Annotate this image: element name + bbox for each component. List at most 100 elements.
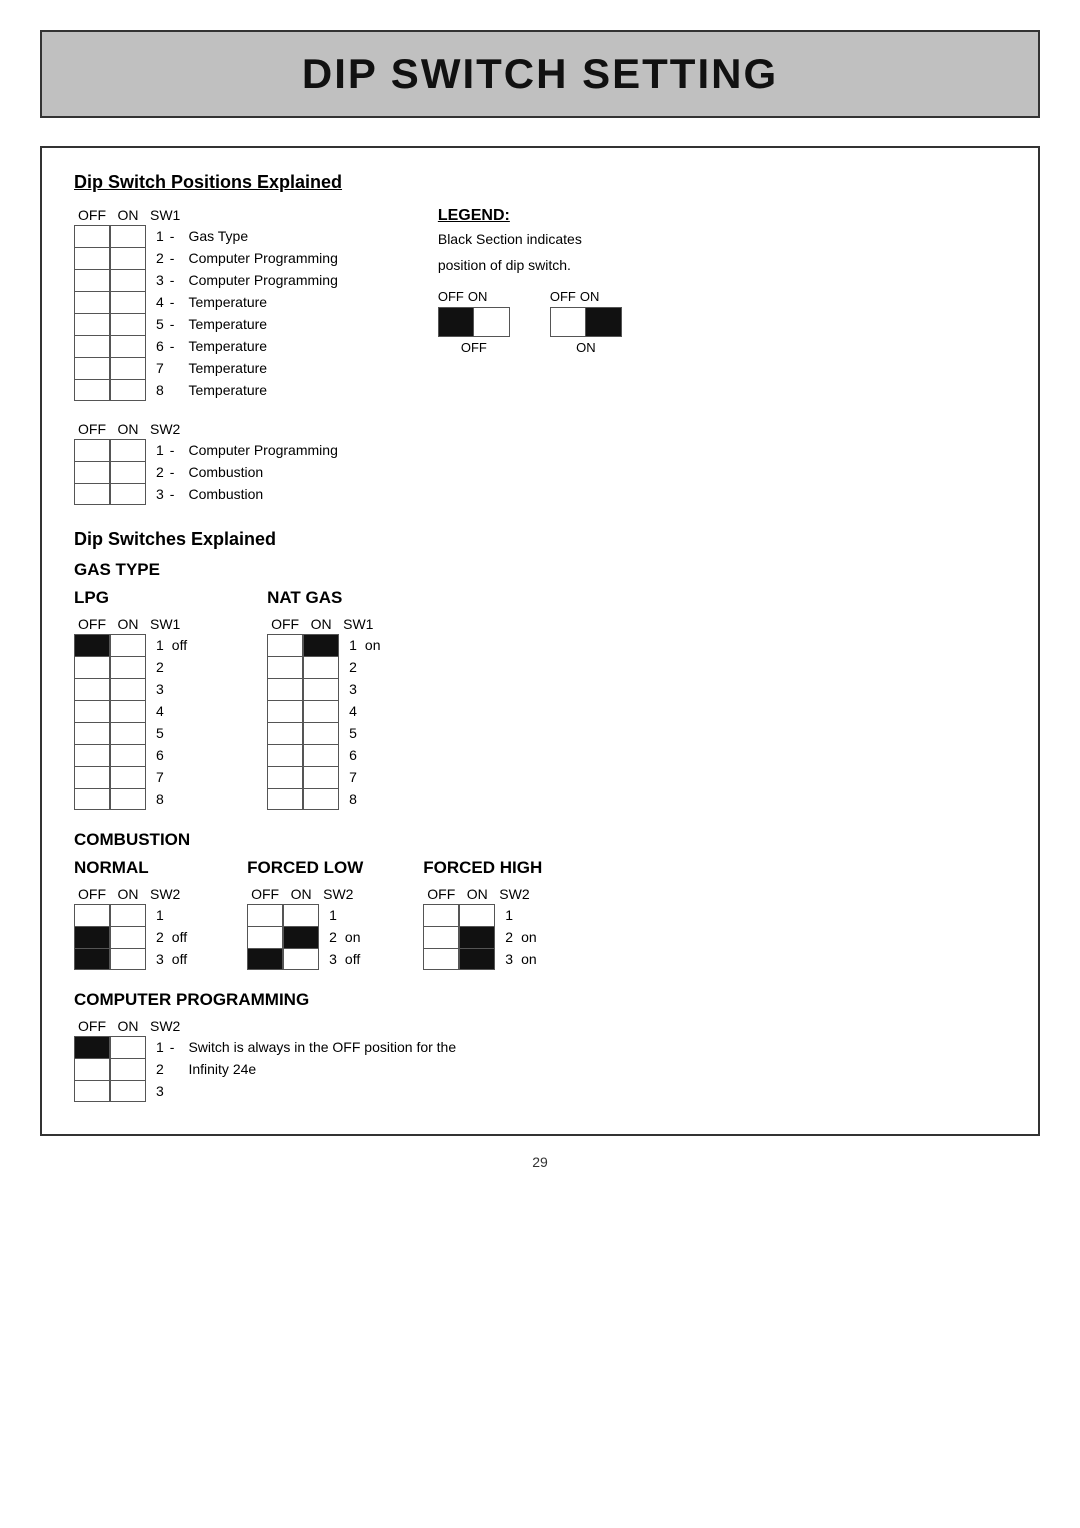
sw1-desc-3: Computer Programming [188, 269, 337, 291]
lpg-off: OFF [74, 616, 110, 632]
positions-section-title: Dip Switch Positions Explained [74, 172, 1006, 193]
sw2-off-1 [74, 439, 110, 461]
legend-text2: position of dip switch. [438, 257, 658, 273]
sw1-off-4 [74, 291, 110, 313]
sw1-dash-4: - [170, 291, 175, 313]
sw2-dash-1: - [170, 439, 175, 461]
sw2-off-col [74, 439, 110, 505]
nat-on-7 [303, 766, 339, 788]
nat-note-8 [365, 788, 381, 810]
cp-on-2 [110, 1058, 146, 1080]
fl-num-2: 2 [327, 926, 337, 948]
nat-on-2 [303, 656, 339, 678]
nat-note-6 [365, 744, 381, 766]
sw1-dash-6: - [170, 335, 175, 357]
nat-off-2 [267, 656, 303, 678]
legend-area: LEGEND: Black Section indicates position… [438, 207, 658, 505]
lpg-num-2: 2 [154, 656, 164, 678]
nat-on-5 [303, 722, 339, 744]
sw1-on-8 [110, 379, 146, 401]
forced-high-label-row: OFF ON SW2 [423, 886, 542, 902]
cp-label-row: OFF ON SW2 [74, 1018, 1006, 1034]
fh-on-col [459, 904, 495, 970]
nat-note-2 [365, 656, 381, 678]
sw1-dash-2: - [170, 247, 175, 269]
sw1-off-3 [74, 269, 110, 291]
cp-off-col [74, 1036, 110, 1102]
nat-note-1: on [365, 634, 381, 656]
normal-on-3 [110, 948, 146, 970]
lpg-num-7: 7 [154, 766, 164, 788]
cp-off-lbl: OFF [74, 1018, 110, 1034]
fl-num-3: 3 [327, 948, 337, 970]
sw1-on-7 [110, 357, 146, 379]
sw2-num-2: 2 [154, 461, 164, 483]
sw1-desc-5: Temperature [188, 313, 337, 335]
sw2-on-1 [110, 439, 146, 461]
fh-switch-area: 1 2 3 on on [423, 904, 542, 970]
sw1-dashes: - - - - - - [170, 225, 175, 401]
sw2-off-2 [74, 461, 110, 483]
legend-off-black [438, 307, 474, 337]
nat-on-col [303, 634, 339, 810]
legend-on-visual [550, 307, 622, 337]
nat-num-3: 3 [347, 678, 357, 700]
lpg-off-4 [74, 700, 110, 722]
lpg-on-6 [110, 744, 146, 766]
sw2-name: SW2 [150, 421, 180, 437]
normal-off-1 [74, 904, 110, 926]
sw1-dash-8 [170, 379, 175, 401]
lpg-off-2 [74, 656, 110, 678]
comp-prog-title: COMPUTER PROGRAMMING [74, 990, 1006, 1010]
normal-col: NORMAL OFF ON SW2 1 2 [74, 858, 187, 970]
sw1-on-label: ON [110, 207, 146, 223]
sw1-num-1: 1 [154, 225, 164, 247]
fl-on-2 [283, 926, 319, 948]
main-content-box: Dip Switch Positions Explained OFF ON SW… [40, 146, 1040, 1136]
fl-on-3 [283, 948, 319, 970]
legend-on-white [550, 307, 586, 337]
sw1-num-8: 8 [154, 379, 164, 401]
forced-low-label-row: OFF ON SW2 [247, 886, 363, 902]
sw1-on-3 [110, 269, 146, 291]
cp-dash-1: - [170, 1036, 175, 1058]
cp-on-lbl: ON [110, 1018, 146, 1034]
nat-gas-title: NAT GAS [267, 588, 380, 608]
sw1-on-col [110, 225, 146, 401]
nat-note-4 [365, 700, 381, 722]
fh-off-col [423, 904, 459, 970]
lpg-sw1: SW1 [150, 616, 180, 632]
normal-on-1 [110, 904, 146, 926]
lpg-switch-area: 1 2 3 4 5 6 7 8 off [74, 634, 187, 810]
sw1-off-7 [74, 357, 110, 379]
fh-notes: on on [521, 904, 537, 970]
sw2-dash-2: - [170, 461, 175, 483]
nat-num-4: 4 [347, 700, 357, 722]
legend-on-black [586, 307, 622, 337]
normal-numbers: 1 2 3 [154, 904, 164, 970]
sw1-num-4: 4 [154, 291, 164, 313]
nat-on-4 [303, 700, 339, 722]
normal-switch-area: 1 2 3 off off [74, 904, 187, 970]
normal-label-row: OFF ON SW2 [74, 886, 187, 902]
nat-on-3 [303, 678, 339, 700]
nat-sw1: SW1 [343, 616, 373, 632]
cp-desc-3 [188, 1080, 456, 1102]
cp-dash-2 [170, 1058, 175, 1080]
cp-descs: Switch is always in the OFF position for… [188, 1036, 456, 1102]
sw1-num-6: 6 [154, 335, 164, 357]
lpg-note-7 [172, 766, 187, 788]
nat-off: OFF [267, 616, 303, 632]
nat-gas-col: NAT GAS OFF ON SW1 [267, 588, 380, 810]
nat-switch-area: 1 2 3 4 5 6 7 8 on [267, 634, 380, 810]
lpg-on-3 [110, 678, 146, 700]
normal-on-lbl: ON [110, 886, 146, 902]
sw2-desc-1: Computer Programming [188, 439, 337, 461]
fh-on-2 [459, 926, 495, 948]
nat-off-3 [267, 678, 303, 700]
normal-off-2 [74, 926, 110, 948]
combustion-title: COMBUSTION [74, 830, 1006, 850]
normal-off-col [74, 904, 110, 970]
sw1-on-4 [110, 291, 146, 313]
legend-off-label2: OFF [550, 289, 576, 304]
